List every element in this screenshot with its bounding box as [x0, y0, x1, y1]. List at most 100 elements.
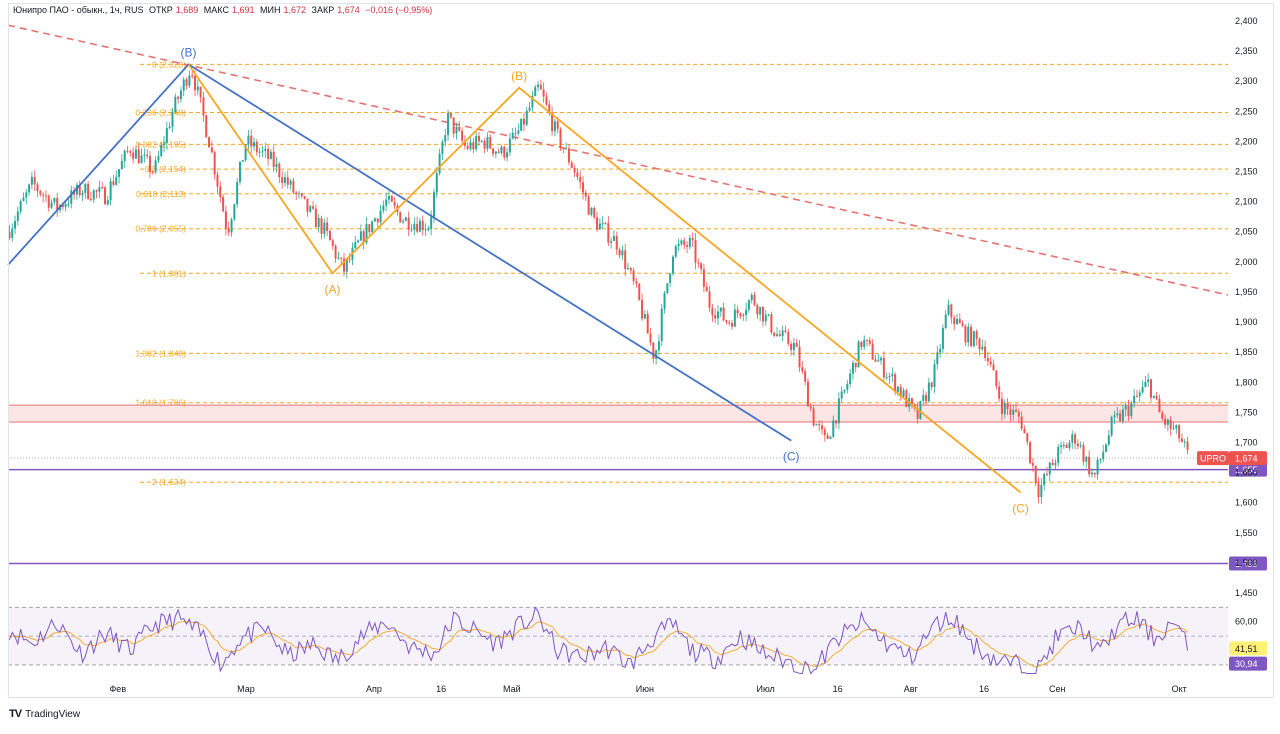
candle-body — [331, 240, 334, 246]
candle-body — [694, 240, 697, 263]
candle-body — [821, 425, 824, 430]
time-tick-label: Авг — [904, 684, 919, 694]
candle-body — [567, 148, 570, 163]
tradingview-logo[interactable]: TV TradingView — [9, 708, 80, 720]
candle-body — [255, 142, 258, 153]
candle-body — [854, 362, 857, 368]
candle-body — [978, 338, 981, 350]
candle-body — [792, 342, 795, 350]
candle-body — [970, 326, 973, 347]
candle-body — [112, 181, 115, 185]
candle-body — [388, 196, 391, 200]
candle-body — [984, 346, 987, 359]
candle-body — [590, 207, 593, 215]
candle-body — [1023, 428, 1026, 434]
candle-body — [542, 89, 545, 97]
candle-body — [666, 283, 669, 294]
candle-body — [28, 184, 31, 193]
candle-body — [663, 293, 666, 309]
candle-body — [570, 162, 573, 168]
candle-body — [407, 217, 410, 230]
candle-body — [129, 151, 132, 153]
candle-body — [250, 135, 253, 147]
candle-body — [416, 223, 419, 232]
candle-body — [1000, 398, 1003, 415]
candle-body — [733, 309, 736, 327]
candle-body — [177, 96, 180, 99]
candle-body — [1183, 441, 1186, 443]
candle-body — [432, 192, 435, 217]
ticker-label: UPRO — [1200, 454, 1226, 464]
candle-body — [809, 406, 812, 409]
candle-body — [621, 250, 624, 256]
candle-body — [292, 180, 295, 193]
time-tick-label: 16 — [833, 684, 843, 694]
candle-body — [430, 216, 433, 229]
chart-root[interactable]: 0 (2,328) 0,236 (2,248) 0,382 (2,195) 0,5 (… — [0, 0, 1280, 729]
chart-canvas[interactable]: 0 (2,328)0,236 (2,248)0,382 (2,195)0,5 (… — [0, 0, 1280, 729]
rsi-current-label: 41,51 — [1235, 644, 1258, 654]
candle-body — [652, 342, 655, 359]
candle-body — [373, 218, 376, 222]
candle-body — [986, 358, 989, 362]
candle-body — [579, 176, 582, 183]
candle-body — [1026, 433, 1029, 442]
fib-level-label: 0,786 (2,055) — [135, 224, 186, 234]
price-axis: 2,400 2,350 2,300 2,250 2,200 2,150 2,100 2,050… — [1235, 16, 1258, 627]
candle-body — [278, 163, 281, 178]
tradingview-icon: TV — [9, 708, 22, 720]
close-label: ЗАКР — [311, 5, 335, 15]
candle-body — [224, 211, 227, 229]
candle-body — [275, 163, 278, 168]
candle-body — [688, 237, 691, 247]
candle-body — [230, 219, 233, 233]
price-tick-label: 2,400 — [1235, 16, 1258, 26]
candle-body — [1057, 446, 1060, 463]
candle-body — [148, 156, 151, 172]
candle-body — [213, 152, 216, 175]
candle-body — [168, 126, 171, 129]
candle-body — [745, 309, 748, 315]
candle-body — [42, 194, 45, 196]
instrument-name[interactable]: Юнипро ПАО - обыкн., 1ч, RUS — [13, 5, 143, 15]
price-tick-label: 2,000 — [1235, 257, 1258, 267]
candle-body — [1099, 459, 1102, 461]
candle-body — [927, 382, 930, 402]
price-tick-label: 1,600 — [1235, 498, 1258, 508]
candle-body — [233, 204, 236, 220]
candle-body — [328, 230, 331, 241]
change-value: −0,016 (−0,95%) — [365, 5, 433, 15]
candle-body — [1012, 409, 1015, 415]
candle-body — [891, 374, 894, 377]
time-tick-label: Фев — [109, 684, 126, 694]
wave-label: (C) — [783, 450, 800, 464]
candle-body — [33, 176, 36, 185]
candle-body — [776, 334, 779, 336]
candle-body — [466, 145, 469, 149]
candle-body — [337, 257, 340, 259]
candle-body — [866, 339, 869, 341]
candle-body — [902, 390, 905, 397]
candle-body — [837, 398, 840, 424]
candle-body — [1144, 382, 1147, 387]
price-tick-label: 2,200 — [1235, 136, 1258, 146]
candle-body — [731, 322, 734, 327]
candle-body — [1135, 395, 1138, 397]
candle-body — [1180, 438, 1183, 442]
candle-body — [154, 160, 157, 172]
candle-body — [84, 183, 87, 193]
candle-body — [317, 218, 320, 228]
candle-body — [708, 291, 711, 308]
resistance-band — [8, 404, 1228, 423]
candle-body — [787, 332, 790, 344]
candle-body — [1048, 462, 1051, 475]
candle-body — [106, 200, 109, 205]
candle-body — [1090, 472, 1093, 475]
candle-body — [967, 326, 970, 343]
candle-body — [1119, 413, 1122, 421]
candle-body — [576, 172, 579, 177]
candle-body — [925, 395, 928, 402]
candle-body — [134, 149, 137, 159]
candle-body — [880, 357, 883, 361]
candle-body — [725, 320, 728, 323]
